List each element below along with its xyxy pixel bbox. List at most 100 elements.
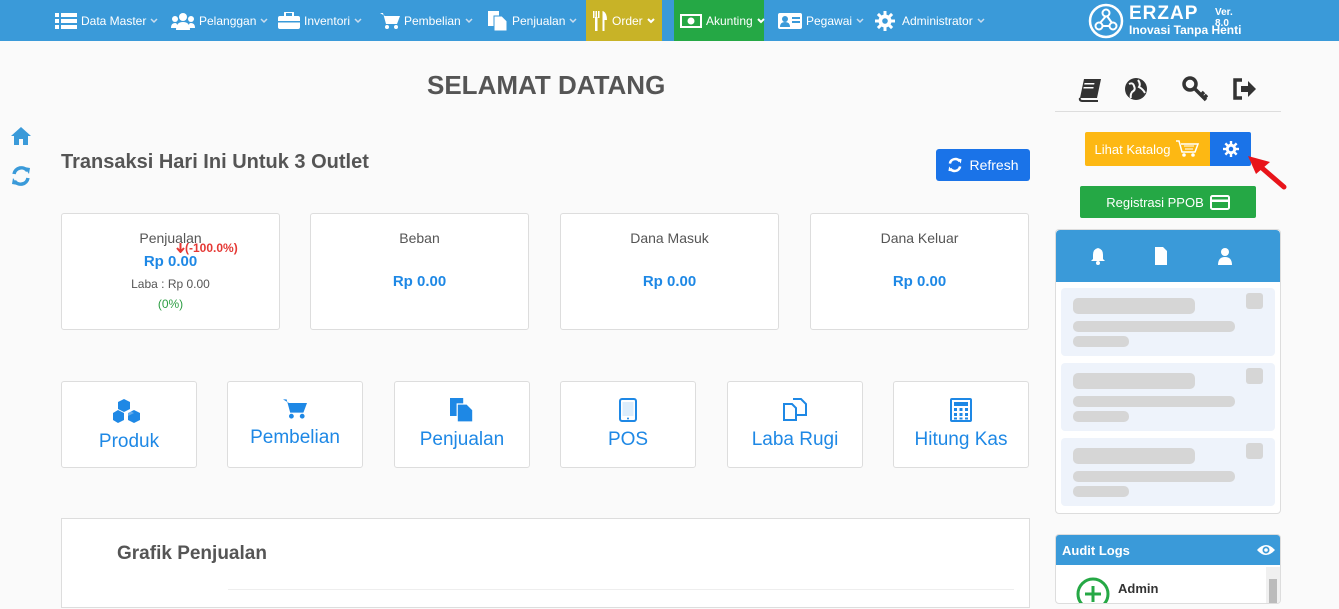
transactions-heading: Transaksi Hari Ini Untuk 3 Outlet <box>61 151 369 173</box>
stat-laba: Laba : Rp 0.00 <box>131 277 210 291</box>
chevron-down-icon <box>569 17 577 23</box>
cubes-icon <box>113 399 140 423</box>
stat-laba-percent: (0%) <box>157 297 184 311</box>
version-label: Ver. 8.0 <box>1215 7 1233 29</box>
quick-link-pembelian[interactable]: Pembelian <box>227 381 363 468</box>
nav-label: Administrator <box>902 13 973 28</box>
stat-change-text: (-100.0%) <box>185 241 238 255</box>
credit-card-icon <box>1209 194 1230 210</box>
bell-icon[interactable] <box>1089 247 1107 265</box>
nav-label: Inventori <box>304 13 351 28</box>
sales-chart-panel: Grafik Penjualan <box>61 518 1030 608</box>
notification-tabs <box>1056 230 1280 282</box>
globe-icon[interactable] <box>1123 76 1149 102</box>
refresh-button[interactable]: Refresh <box>936 149 1030 181</box>
nav-penjualan[interactable]: Penjualan <box>488 0 577 41</box>
home-icon[interactable] <box>10 125 32 147</box>
user-icon[interactable] <box>1216 247 1234 265</box>
quick-link-produk[interactable]: Produk <box>61 381 197 468</box>
ppob-label: Registrasi PPOB <box>1106 194 1204 210</box>
key-icon[interactable] <box>1182 76 1208 102</box>
top-navbar: Data Master Pelanggan Inventori Pembelia… <box>0 0 1339 41</box>
erzap-logo-icon <box>1088 3 1124 39</box>
eye-icon[interactable] <box>1256 543 1276 557</box>
nav-pelanggan[interactable]: Pelanggan <box>171 0 268 41</box>
quick-link-laba-rugi[interactable]: Laba Rugi <box>727 381 863 468</box>
cart-icon <box>283 399 307 419</box>
quick-link-hitung-kas[interactable]: Hitung Kas <box>893 381 1029 468</box>
stat-label: Dana Keluar <box>880 230 959 246</box>
chevron-down-icon <box>646 17 655 23</box>
file-icon[interactable] <box>1152 247 1170 265</box>
stat-card-penjualan: Penjualan (-100.0%) Rp 0.00 Laba : Rp 0.… <box>61 213 280 330</box>
katalog-label: Lihat Katalog <box>1094 141 1171 157</box>
cart-icon <box>1176 140 1200 157</box>
nav-pembelian[interactable]: Pembelian <box>380 0 473 41</box>
audit-scrollbar-thumb[interactable] <box>1269 579 1277 603</box>
chevron-down-icon <box>354 17 362 23</box>
nav-akunting[interactable]: Akunting <box>674 0 765 41</box>
notification-placeholder <box>1061 288 1275 356</box>
nav-label: Pembelian <box>404 13 461 28</box>
quick-link-pos[interactable]: POS <box>560 381 696 468</box>
users-icon <box>171 12 195 30</box>
chevron-down-icon <box>856 17 864 23</box>
cutlery-icon <box>593 10 607 31</box>
page-title: SELAMAT DATANG <box>427 70 666 100</box>
nav-label: Pelanggan <box>199 13 257 28</box>
book-icon[interactable] <box>1077 76 1103 102</box>
calculator-icon <box>950 398 972 422</box>
nav-administrator[interactable]: Administrator <box>875 0 985 41</box>
audit-logs-panel: Audit Logs Admin <box>1055 534 1281 604</box>
stat-label: Beban <box>399 230 440 246</box>
documents-icon <box>450 398 474 423</box>
stat-value: Rp 0.00 <box>392 273 447 290</box>
arrow-down-icon <box>176 243 185 254</box>
chart-area <box>228 589 1014 609</box>
add-circle-icon[interactable] <box>1076 577 1110 604</box>
stat-value: Rp 0.00 <box>143 253 198 270</box>
registrasi-ppob-button[interactable]: Registrasi PPOB <box>1080 186 1256 218</box>
notification-placeholder <box>1061 363 1275 431</box>
refresh-label: Refresh <box>969 157 1019 173</box>
nav-order[interactable]: Order <box>586 0 662 41</box>
list-icon <box>55 12 77 29</box>
id-card-icon <box>778 12 802 29</box>
nav-label: Order <box>612 13 643 28</box>
nav-pegawai[interactable]: Pegawai <box>778 0 864 41</box>
quick-link-label: POS <box>607 429 649 450</box>
nav-label: Penjualan <box>512 13 566 28</box>
notification-placeholder <box>1061 438 1275 506</box>
refresh-icon[interactable] <box>10 165 32 187</box>
gear-icon <box>875 10 895 31</box>
nav-label: Pegawai <box>806 13 853 28</box>
stat-value: Rp 0.00 <box>892 273 947 290</box>
quick-link-label: Penjualan <box>419 429 505 450</box>
documents-icon <box>488 10 508 31</box>
gear-icon <box>1222 141 1239 157</box>
audit-logs-title: Audit Logs <box>1062 542 1130 558</box>
quick-link-label: Pembelian <box>250 427 340 448</box>
stat-value: Rp 0.00 <box>642 273 697 290</box>
money-icon <box>680 13 702 28</box>
stat-card-beban: Beban Rp 0.00 <box>310 213 529 330</box>
chevron-down-icon <box>260 17 268 23</box>
nav-inventori[interactable]: Inventori <box>278 0 362 41</box>
nav-label: Data Master <box>81 13 147 28</box>
lihat-katalog-button[interactable]: Lihat Katalog <box>1085 132 1210 166</box>
copy-icon <box>783 398 807 421</box>
notification-panel <box>1055 229 1281 514</box>
quick-link-label: Laba Rugi <box>751 429 839 450</box>
chevron-down-icon <box>977 17 985 23</box>
tool-row <box>1055 72 1281 112</box>
quick-link-penjualan[interactable]: Penjualan <box>394 381 530 468</box>
nav-label: Akunting <box>706 13 753 28</box>
refresh-icon <box>948 157 963 173</box>
chevron-down-icon <box>150 17 158 23</box>
sign-out-icon[interactable] <box>1232 76 1258 102</box>
quick-link-label: Hitung Kas <box>914 429 1008 450</box>
stat-change: (-100.0%) <box>176 241 238 255</box>
nav-data-master[interactable]: Data Master <box>55 0 158 41</box>
stat-label: Penjualan <box>139 230 202 246</box>
brand-logo[interactable]: ERZAP Inovasi Tanpa Henti Ver. 8.0 <box>1088 3 1241 39</box>
